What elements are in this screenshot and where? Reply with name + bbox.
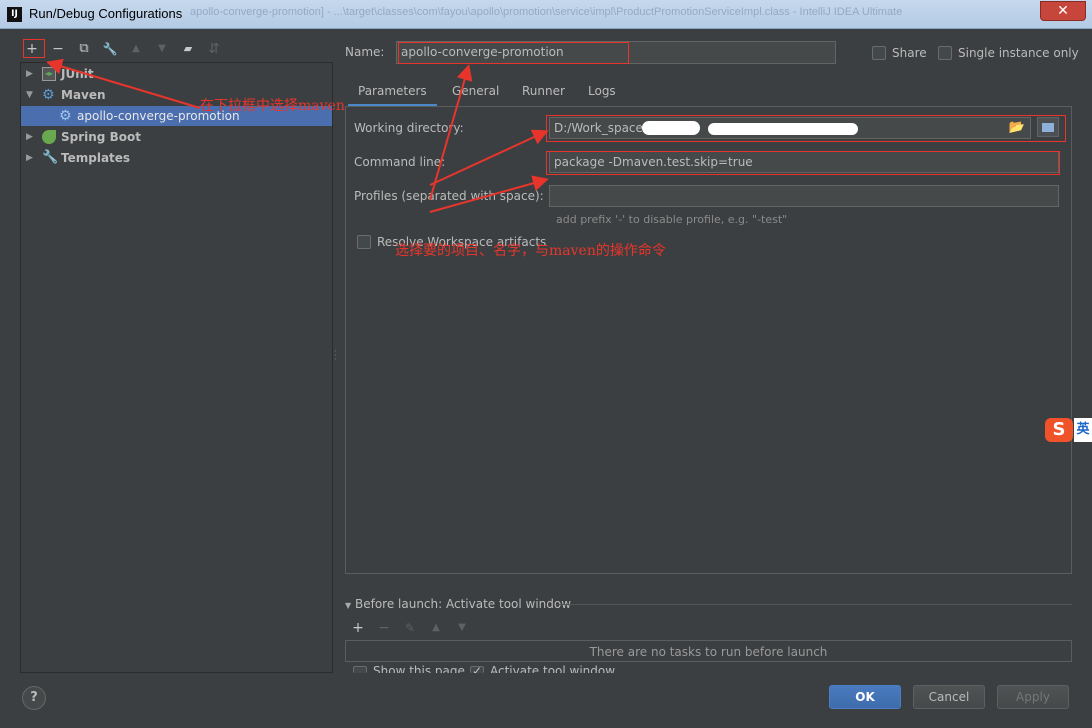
annotation-note-dropdown: 在下拉框中选择maven [200, 98, 345, 114]
arrow-to-name [429, 64, 473, 201]
annotation-note-project: 选择要的项目、名字，与maven的操作命令 [395, 243, 666, 259]
arrow-to-command-line [429, 175, 549, 213]
annotation-arrows [46, 58, 549, 213]
arrow-to-add-button [46, 58, 201, 109]
